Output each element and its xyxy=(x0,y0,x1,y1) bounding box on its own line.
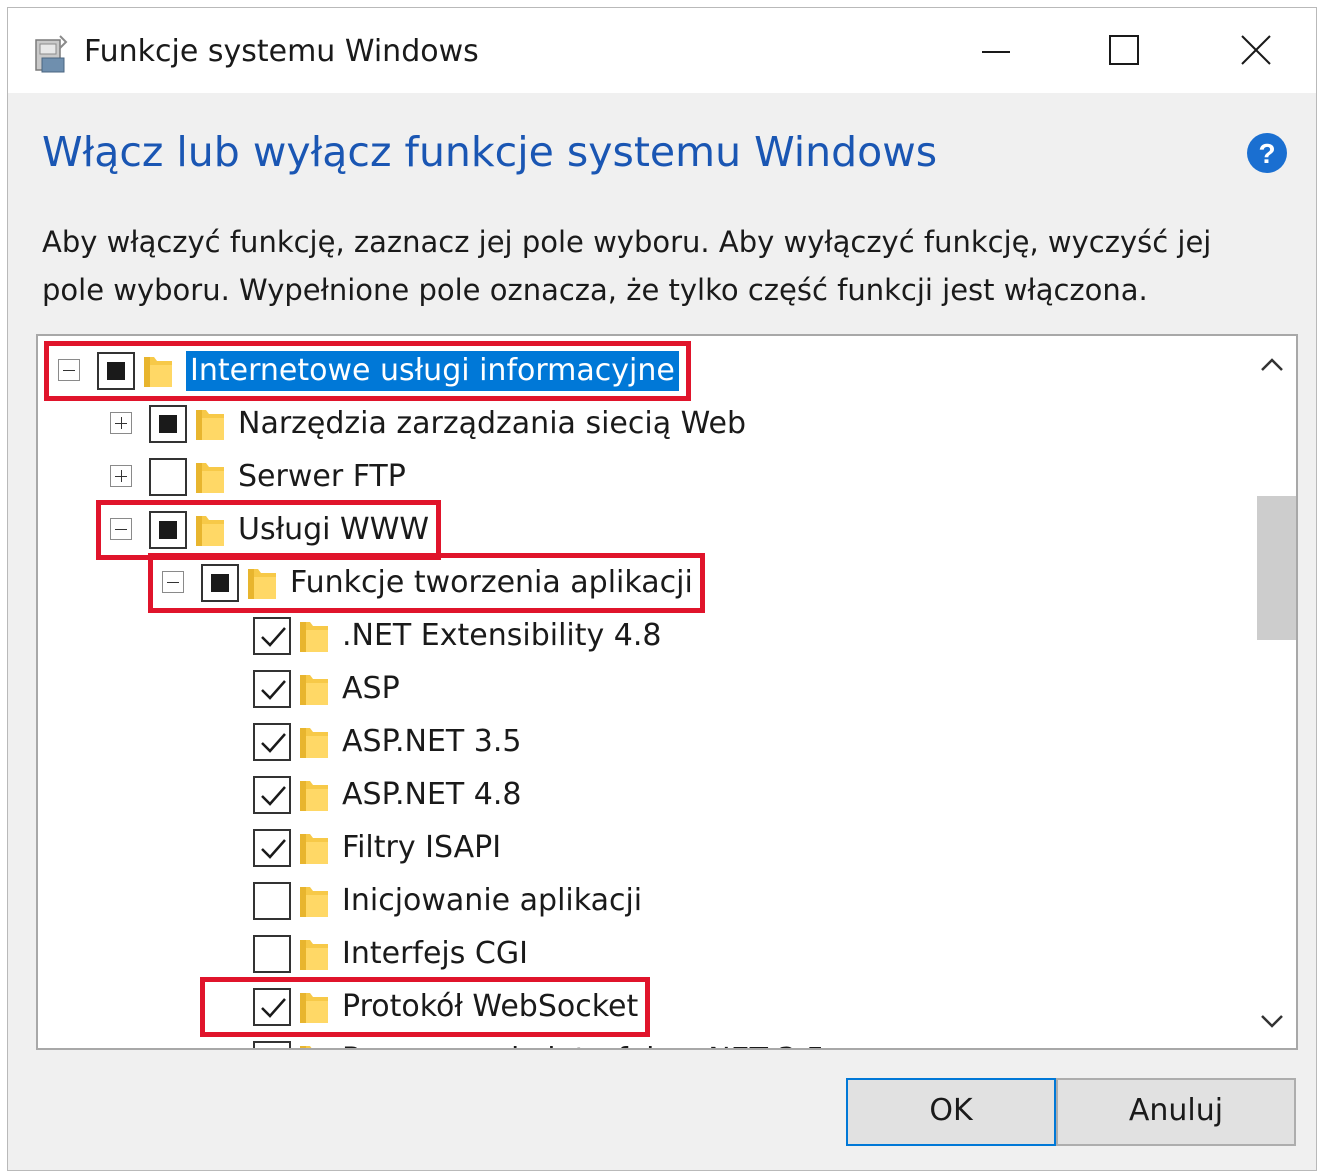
close-icon xyxy=(1241,35,1271,65)
tree-item[interactable]: Rozszerzenia interfejsu .NET 3.5 xyxy=(38,1033,1248,1048)
red-highlight-box xyxy=(200,977,650,1037)
tree-item-label[interactable]: Inicjowanie aplikacji xyxy=(342,881,642,921)
folder-icon xyxy=(298,1040,330,1048)
folder-icon xyxy=(298,722,330,762)
feature-checkbox[interactable] xyxy=(253,829,291,867)
window-title: Funkcje systemu Windows xyxy=(84,34,479,69)
tree-item-label[interactable]: Narzędzia zarządzania siecią Web xyxy=(238,404,746,444)
folder-icon xyxy=(298,669,330,709)
feature-checkbox[interactable] xyxy=(253,935,291,973)
tree-item-label[interactable]: ASP.NET 4.8 xyxy=(342,775,522,815)
tree-item-label[interactable]: Filtry ISAPI xyxy=(342,828,501,868)
windows-features-dialog: Funkcje systemu Windows Włącz lub wyłącz… xyxy=(7,7,1317,1171)
folder-icon xyxy=(298,881,330,921)
tree-item-label[interactable]: Interfejs CGI xyxy=(342,934,528,974)
folder-icon xyxy=(194,404,226,444)
red-highlight-box xyxy=(148,553,705,613)
feature-checkbox[interactable] xyxy=(253,723,291,761)
maximize-icon xyxy=(1109,35,1139,65)
red-highlight-box xyxy=(96,500,441,560)
cancel-button[interactable]: Anuluj xyxy=(1056,1078,1296,1146)
expand-icon[interactable] xyxy=(110,465,132,487)
scrollbar-thumb[interactable] xyxy=(1257,496,1296,640)
feature-checkbox[interactable] xyxy=(253,670,291,708)
scroll-up-icon[interactable] xyxy=(1248,348,1296,384)
scroll-down-icon[interactable] xyxy=(1248,1004,1296,1040)
folder-icon xyxy=(298,775,330,815)
feature-checkbox[interactable] xyxy=(253,776,291,814)
tree-item[interactable]: Narzędzia zarządzania siecią Web xyxy=(38,397,1248,450)
tree-item-label[interactable]: .NET Extensibility 4.8 xyxy=(342,616,662,656)
folder-icon xyxy=(194,457,226,497)
description-text: Aby włączyć funkcję, zaznacz jej pole wy… xyxy=(42,225,1212,307)
expand-icon[interactable] xyxy=(110,412,132,434)
feature-checkbox[interactable] xyxy=(253,882,291,920)
tree-item[interactable]: Filtry ISAPI xyxy=(38,821,1248,874)
tree-item-label[interactable]: Rozszerzenia interfejsu .NET 3.5 xyxy=(342,1040,825,1048)
page-title: Włącz lub wyłącz funkcje systemu Windows xyxy=(42,128,938,176)
minimize-icon xyxy=(982,51,1010,53)
tree-item-label[interactable]: Serwer FTP xyxy=(238,457,406,497)
minimize-button[interactable] xyxy=(928,8,1056,93)
feature-checkbox[interactable] xyxy=(253,617,291,655)
tree-item[interactable]: ASP.NET 4.8 xyxy=(38,768,1248,821)
tree-item[interactable]: Serwer FTP xyxy=(38,450,1248,503)
tree-item[interactable]: Interfejs CGI xyxy=(38,927,1248,980)
tree-item[interactable]: Inicjowanie aplikacji xyxy=(38,874,1248,927)
tree-item[interactable]: ASP xyxy=(38,662,1248,715)
features-tree[interactable]: Internetowe usługi informacyjne Narzędzia… xyxy=(36,334,1298,1050)
red-highlight-box xyxy=(44,341,691,401)
help-icon[interactable]: ? xyxy=(1246,132,1288,174)
folder-icon xyxy=(298,828,330,868)
feature-checkbox[interactable] xyxy=(253,1041,291,1048)
ok-button[interactable]: OK xyxy=(846,1078,1056,1146)
tree-item[interactable]: .NET Extensibility 4.8 xyxy=(38,609,1248,662)
feature-checkbox[interactable] xyxy=(149,458,187,496)
help-icon-label: ? xyxy=(1258,138,1275,169)
folder-icon xyxy=(298,934,330,974)
vertical-scrollbar[interactable] xyxy=(1248,336,1296,1048)
tree-item[interactable]: ASP.NET 3.5 xyxy=(38,715,1248,768)
close-button[interactable] xyxy=(1192,8,1320,93)
title-bar[interactable]: Funkcje systemu Windows xyxy=(8,8,1316,93)
feature-checkbox[interactable] xyxy=(149,405,187,443)
windows-features-icon xyxy=(35,35,68,73)
maximize-button[interactable] xyxy=(1060,8,1188,93)
tree-item-label[interactable]: ASP.NET 3.5 xyxy=(342,722,522,762)
tree-item-label[interactable]: ASP xyxy=(342,669,400,709)
folder-icon xyxy=(298,616,330,656)
